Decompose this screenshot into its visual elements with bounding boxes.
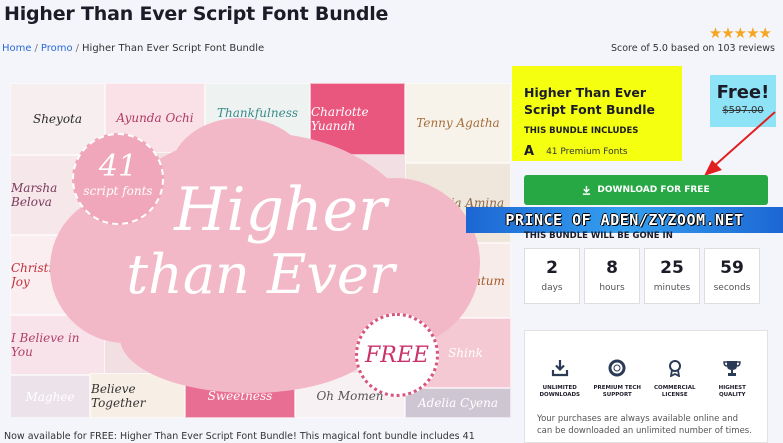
countdown-minutes: 25 minutes (644, 248, 700, 304)
download-button[interactable]: DOWNLOAD FOR FREE (524, 175, 768, 205)
rating-score: Score of 5.0 based on 103 reviews (610, 43, 775, 54)
hero-headline-line1: Higher (174, 175, 387, 245)
feature-label: COMMERCIAL LICENSE (654, 385, 696, 398)
font-preview-tile: Adelia Cyena (405, 388, 511, 418)
award-ribbon-icon (648, 359, 702, 381)
breadcrumb-home-link[interactable]: Home (2, 43, 32, 54)
breadcrumb-separator: / (34, 43, 38, 54)
countdown-value: 25 (660, 258, 684, 278)
download-tray-icon (533, 359, 587, 381)
download-icon (583, 185, 591, 195)
feature-unlimited-downloads: UNLIMITED DOWNLOADS (533, 359, 587, 399)
countdown-unit: seconds (713, 283, 751, 293)
countdown-seconds: 59 seconds (704, 248, 760, 304)
feature-label: PREMIUM TECH SUPPORT (593, 385, 642, 398)
bundle-title: Higher Than Ever Script Font Bundle (524, 85, 656, 117)
trophy-icon (705, 359, 759, 381)
breadcrumb-promo-link[interactable]: Promo (41, 43, 73, 54)
features-panel: UNLIMITED DOWNLOADS PREMIUM TECH SUPPORT… (524, 330, 768, 443)
lifebuoy-icon (590, 359, 644, 381)
download-button-label: DOWNLOAD FOR FREE (597, 185, 710, 195)
font-preview-tile: Maghee (10, 375, 90, 418)
rating-stars: ★★★★★ (708, 24, 772, 42)
countdown-value: 2 (546, 258, 558, 278)
feature-tech-support: PREMIUM TECH SUPPORT (590, 359, 644, 399)
hero-headline-line2: than Ever (126, 243, 395, 306)
features-note: Your purchases are always available onli… (537, 414, 752, 436)
countdown-value: 8 (606, 258, 618, 278)
breadcrumb-separator: / (75, 43, 80, 54)
watermark-banner: PRINCE OF ADEN/ZYZOOM.NET (466, 207, 783, 233)
description-text: Now available for FREE: Higher Than Ever… (4, 431, 475, 442)
feature-commercial-license: COMMERCIAL LICENSE (648, 359, 702, 399)
countdown-value: 59 (720, 258, 744, 278)
feature-label: UNLIMITED DOWNLOADS (539, 385, 581, 398)
free-label: Free! (716, 82, 770, 103)
bundle-info-box: Higher Than Ever Script Font Bundle THIS… (512, 66, 682, 161)
feature-highest-quality: HIGHEST QUALITY (705, 359, 759, 399)
feature-label: HIGHEST QUALITY (718, 385, 746, 398)
old-price: $597.00 (722, 105, 764, 116)
countdown-unit: hours (599, 283, 625, 293)
bundle-fonts-row: A 41 Premium Fonts (524, 144, 670, 159)
countdown-unit: days (541, 283, 563, 293)
bundle-includes-label: THIS BUNDLE INCLUDES (524, 126, 639, 136)
font-letter-icon: A (524, 144, 535, 159)
countdown-unit: minutes (653, 283, 691, 293)
countdown-days: 2 days (524, 248, 580, 304)
countdown-hours: 8 hours (584, 248, 640, 304)
free-seal: FREE (355, 313, 439, 397)
countdown-label: THIS BUNDLE WILL BE GONE IN (524, 231, 673, 241)
breadcrumb: Home / Promo / Higher Than Ever Script Font … (2, 43, 264, 54)
fonts-count: 41 Premium Fonts (546, 146, 628, 157)
page-title: Higher Than Ever Script Font Bundle (4, 3, 389, 25)
countdown-timer: 2 days 8 hours 25 minutes 59 seconds (524, 248, 760, 304)
hero-image[interactable]: Sheyota Ayunda Ochi Thankfulness Charlotte … (10, 83, 511, 418)
font-preview-tile: Tenny Agatha (405, 83, 511, 163)
price-tag: Free! $597.00 (710, 75, 776, 127)
breadcrumb-current: Higher Than Ever Script Font Bundle (82, 43, 265, 54)
